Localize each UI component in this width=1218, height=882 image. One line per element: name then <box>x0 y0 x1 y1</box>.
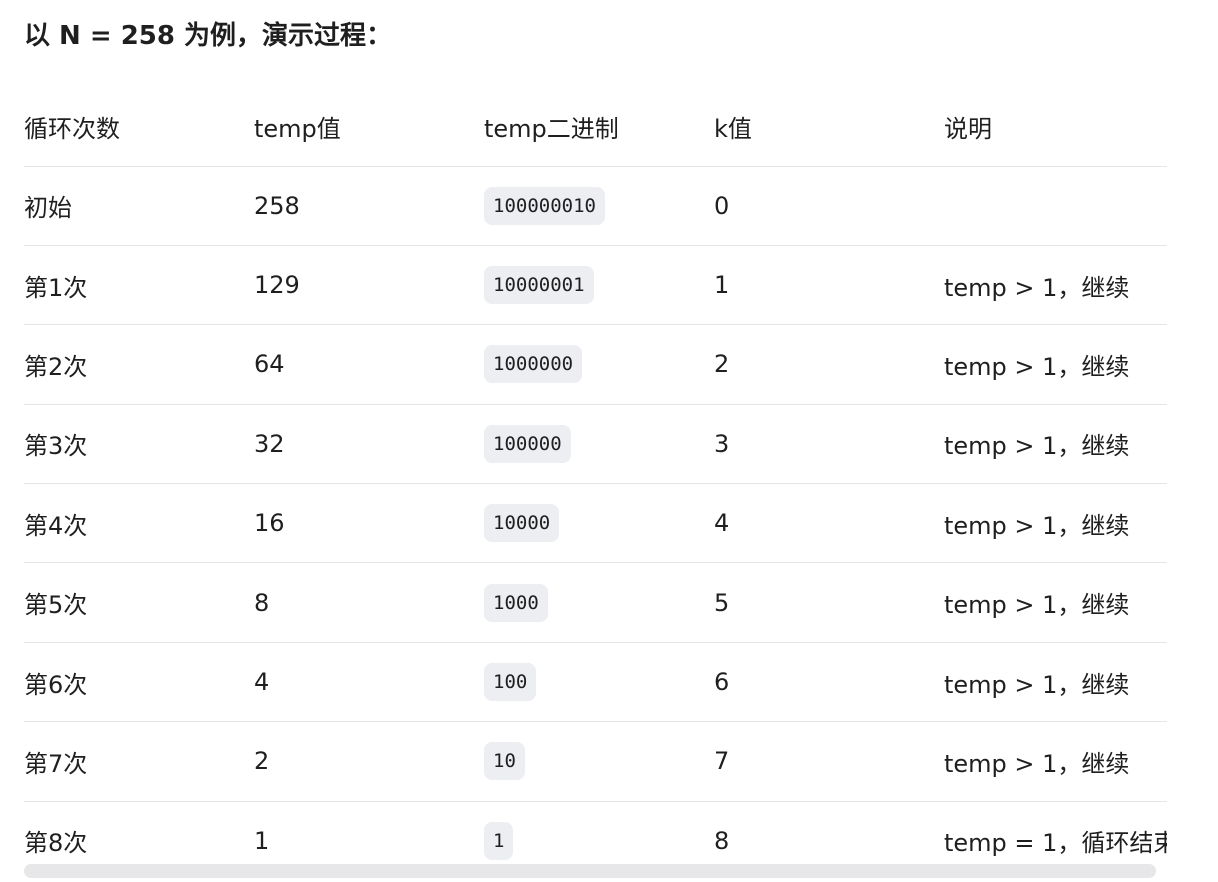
cell-binary: 1000000 <box>484 325 714 404</box>
cell-temp: 64 <box>254 350 285 379</box>
cell-binary: 100000 <box>484 404 714 483</box>
cell-temp: 129 <box>254 271 300 300</box>
cell-iteration: 第5次 <box>24 591 88 620</box>
binary-code: 10000001 <box>484 266 594 305</box>
cell-k: 3 <box>714 429 730 458</box>
cell-note: temp > 1，继续 <box>944 511 1130 540</box>
cell-iteration: 第4次 <box>24 511 88 540</box>
cell-binary: 100 <box>484 642 714 721</box>
cell-binary: 10000 <box>484 484 714 563</box>
cell-iteration: 第6次 <box>24 670 88 699</box>
cell-iteration: 初始 <box>24 194 72 223</box>
cell-k: 6 <box>714 668 730 697</box>
cell-k: 4 <box>714 509 730 538</box>
cell-temp: 32 <box>254 429 285 458</box>
cell-binary: 100000010 <box>484 166 714 245</box>
header-k: k值 <box>714 115 752 144</box>
cell-note <box>944 166 1167 245</box>
binary-code: 10000 <box>484 504 560 543</box>
cell-binary: 1000 <box>484 563 714 642</box>
table-row: 第3次 32 100000 3 temp > 1，继续 <box>24 404 1167 484</box>
table-row: 第6次 4 100 6 temp > 1，继续 <box>24 642 1167 722</box>
cell-k: 2 <box>714 350 730 379</box>
cell-iteration: 第8次 <box>24 829 88 858</box>
cell-temp: 16 <box>254 509 285 538</box>
cell-note: temp > 1，继续 <box>944 432 1130 461</box>
binary-code: 1 <box>484 821 514 860</box>
table-header-row: 循环次数 temp值 temp二进制 k值 说明 <box>24 88 1167 166</box>
cell-iteration: 第3次 <box>24 432 88 461</box>
cell-note: temp > 1，继续 <box>944 591 1130 620</box>
cell-k: 8 <box>714 826 730 855</box>
table-row: 第2次 64 1000000 2 temp > 1，继续 <box>24 325 1167 405</box>
binary-code: 10 <box>484 742 525 781</box>
cell-temp: 1 <box>254 826 270 855</box>
cell-k: 7 <box>714 747 730 776</box>
horizontal-scrollbar[interactable] <box>24 864 1156 878</box>
cell-k: 5 <box>714 588 730 617</box>
table-row: 第5次 8 1000 5 temp > 1，继续 <box>24 563 1167 643</box>
table-container: 循环次数 temp值 temp二进制 k值 说明 初始 258 10000001… <box>24 88 1167 864</box>
cell-temp: 8 <box>254 588 270 617</box>
table-row: 初始 258 100000010 0 <box>24 166 1167 246</box>
cell-iteration: 第7次 <box>24 749 88 778</box>
cell-k: 0 <box>714 191 730 220</box>
cell-temp: 258 <box>254 191 300 220</box>
cell-binary: 10000001 <box>484 245 714 324</box>
process-table: 循环次数 temp值 temp二进制 k值 说明 初始 258 10000001… <box>24 88 1167 864</box>
binary-code: 100000010 <box>484 186 605 225</box>
table-row: 第1次 129 10000001 1 temp > 1，继续 <box>24 245 1167 325</box>
table-row: 第8次 1 1 8 temp = 1，循环结束 <box>24 801 1167 864</box>
binary-code: 1000 <box>484 583 548 622</box>
cell-binary: 10 <box>484 722 714 801</box>
cell-note: temp > 1，继续 <box>944 352 1130 381</box>
cell-note: temp > 1，继续 <box>944 670 1130 699</box>
binary-code: 100000 <box>484 424 571 463</box>
cell-iteration: 第2次 <box>24 352 88 381</box>
cell-note: temp > 1，继续 <box>944 749 1130 778</box>
header-binary: temp二进制 <box>484 115 619 144</box>
cell-note: temp > 1，继续 <box>944 273 1130 302</box>
header-temp: temp值 <box>254 115 341 144</box>
cell-binary: 1 <box>484 801 714 864</box>
cell-iteration: 第1次 <box>24 273 88 302</box>
cell-temp: 2 <box>254 747 270 776</box>
cell-temp: 4 <box>254 668 270 697</box>
cell-k: 1 <box>714 271 730 300</box>
table-row: 第4次 16 10000 4 temp > 1，继续 <box>24 484 1167 563</box>
binary-code: 1000000 <box>484 345 583 384</box>
cell-note: temp = 1，循环结束 <box>944 829 1167 858</box>
table-row: 第7次 2 10 7 temp > 1，继续 <box>24 722 1167 802</box>
header-iteration: 循环次数 <box>24 115 120 144</box>
header-note: 说明 <box>944 115 992 144</box>
page-heading: 以 N = 258 为例，演示过程： <box>24 21 393 51</box>
binary-code: 100 <box>484 663 537 702</box>
